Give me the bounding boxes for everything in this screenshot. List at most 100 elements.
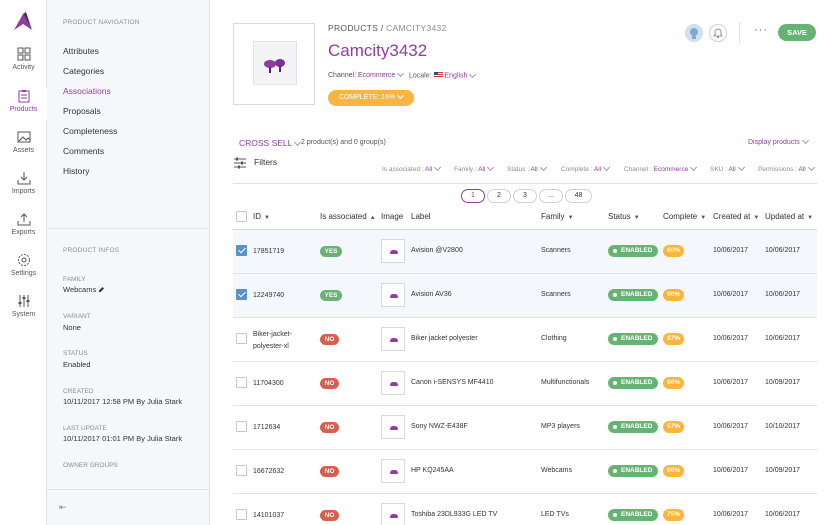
filter-family[interactable]: Family : All xyxy=(454,163,495,173)
association-type-dropdown[interactable]: CROSS SELL xyxy=(239,138,302,148)
is-associated-badge[interactable]: NO xyxy=(320,466,339,477)
is-associated-badge[interactable]: NO xyxy=(320,422,339,433)
more-actions-icon[interactable]: ··· xyxy=(754,24,768,36)
column-id[interactable]: ID ▼ xyxy=(253,212,270,221)
chevron-down-icon xyxy=(434,163,442,172)
chevron-down-icon xyxy=(487,163,495,172)
column-updated-at[interactable]: Updated at ▼ xyxy=(765,212,813,221)
is-associated-badge[interactable]: NO xyxy=(320,378,339,389)
product-thumbnail-icon xyxy=(390,426,398,430)
nav-completeness[interactable]: Completeness xyxy=(63,126,117,136)
filter-permissions[interactable]: Permissions : All xyxy=(758,163,815,173)
settings-icon xyxy=(17,254,30,266)
table-row[interactable]: 12249740 YES Avision AV36 Scanners ENABLED 60… xyxy=(233,274,817,318)
row-label: HP KQ245AA xyxy=(411,467,454,474)
menu-assets[interactable]: Assets xyxy=(0,130,47,170)
select-all-checkbox[interactable] xyxy=(236,211,247,222)
column-status[interactable]: Status ▼ xyxy=(608,212,640,221)
filters-label[interactable]: Filters xyxy=(254,157,277,167)
is-associated-badge[interactable]: NO xyxy=(320,334,339,345)
row-image xyxy=(381,327,405,351)
filter-sku[interactable]: SKU : All xyxy=(710,163,745,173)
table-row[interactable]: 17851719 YES Avision @V2800 Scanners ENABLED… xyxy=(233,230,817,274)
pencil-icon[interactable] xyxy=(98,286,105,293)
product-image-placeholder xyxy=(253,41,297,85)
filter-value: All xyxy=(530,166,538,173)
row-id: 16672632 xyxy=(253,468,285,475)
column-image: Image xyxy=(381,212,404,221)
product-thumbnail-icon xyxy=(390,470,398,474)
collapse-panel-icon[interactable]: ⇤ xyxy=(59,502,67,513)
family-label: FAMILY xyxy=(63,276,86,283)
menu-exports[interactable]: Exports xyxy=(0,212,47,252)
menu-system-label: System xyxy=(11,311,36,318)
sort-down-icon: ▼ xyxy=(633,215,640,221)
divider xyxy=(739,22,740,44)
family-value[interactable]: Webcams xyxy=(63,285,105,294)
filters-icon[interactable] xyxy=(234,157,246,169)
owner-groups-label: OWNER GROUPS xyxy=(63,462,118,469)
page-48-button[interactable]: 48 xyxy=(565,189,592,203)
notifications-button[interactable] xyxy=(709,24,727,42)
menu-system[interactable]: System xyxy=(0,294,47,334)
filter-status[interactable]: Status : All xyxy=(507,163,547,173)
filter-channel[interactable]: Channel : Ecommerce xyxy=(624,163,698,173)
menu-activity[interactable]: Activity xyxy=(0,47,47,87)
page-3-button[interactable]: 3 xyxy=(513,189,537,203)
akeneo-logo-icon[interactable] xyxy=(12,10,34,32)
column-is-associated[interactable]: Is associated ▲ xyxy=(320,212,376,221)
avatar[interactable] xyxy=(685,24,703,42)
completeness-badge: 66% xyxy=(663,377,684,389)
table-row[interactable]: 16672632 NO HP KQ245AA Webcams ENABLED 66% 10/… xyxy=(233,450,817,494)
assets-icon xyxy=(17,131,30,143)
column-family[interactable]: Family ▼ xyxy=(541,212,574,221)
row-label: Avision @V2800 xyxy=(411,247,463,254)
nav-associations[interactable]: Associations xyxy=(63,86,111,96)
filter-value: Ecommerce xyxy=(653,166,689,173)
is-associated-badge[interactable]: YES xyxy=(320,290,342,301)
completeness-badge: 57% xyxy=(663,421,684,433)
table-row[interactable]: 14101037 NO Toshiba 23DL933G LED TV LED TVs… xyxy=(233,494,817,525)
channel-switcher[interactable]: Channel: Ecommerce xyxy=(328,69,405,79)
is-associated-badge[interactable]: NO xyxy=(320,510,339,521)
row-id: 17851719 xyxy=(253,248,285,255)
row-checkbox[interactable] xyxy=(236,421,247,432)
row-checkbox[interactable] xyxy=(236,377,247,388)
row-checkbox[interactable] xyxy=(236,289,247,300)
menu-settings[interactable]: Settings xyxy=(0,253,47,293)
channel-value: Ecommerce xyxy=(357,72,396,79)
is-associated-badge[interactable]: YES xyxy=(320,246,342,257)
nav-categories[interactable]: Categories xyxy=(63,66,104,76)
row-checkbox[interactable] xyxy=(236,509,247,520)
nav-history[interactable]: History xyxy=(63,166,89,176)
completeness-dropdown[interactable]: COMPLETE: 16% xyxy=(328,90,414,106)
product-image[interactable] xyxy=(233,23,315,105)
filter-is-associated[interactable]: Is associated : All xyxy=(382,163,442,173)
table-row[interactable]: 1712634 NO Sony NWZ-E438F MP3 players ENABLE… xyxy=(233,406,817,450)
nav-comments[interactable]: Comments xyxy=(63,146,104,156)
display-products-dropdown[interactable]: Display products xyxy=(748,136,809,146)
product-thumbnail-icon xyxy=(390,514,398,518)
column-label-header[interactable]: Label xyxy=(411,212,431,221)
nav-attributes[interactable]: Attributes xyxy=(63,46,99,56)
menu-products[interactable]: Products xyxy=(0,87,47,129)
page-2-button[interactable]: 2 xyxy=(487,189,511,203)
channel-label: Channel: xyxy=(328,72,357,79)
column-created-at[interactable]: Created at ▼ xyxy=(713,212,759,221)
locale-switcher[interactable]: Locale: English xyxy=(409,70,477,80)
row-checkbox[interactable] xyxy=(236,465,247,476)
table-row[interactable]: 11704300 NO Canon i-SENSYS MF4410 Multifunc… xyxy=(233,362,817,406)
menu-imports[interactable]: Imports xyxy=(0,171,47,211)
chevron-down-icon xyxy=(737,163,745,172)
table-row[interactable]: Biker-jacket-polyester-xl NO Biker jacket … xyxy=(233,318,817,362)
chevron-down-icon xyxy=(801,136,809,145)
save-button[interactable]: SAVE xyxy=(778,24,816,41)
page-1-button[interactable]: 1 xyxy=(461,189,485,203)
filter-complete[interactable]: Complete : All xyxy=(561,163,611,173)
row-id: Biker-jacket-polyester-xl xyxy=(253,331,292,350)
breadcrumb-products[interactable]: PRODUCTS xyxy=(328,23,378,33)
row-checkbox[interactable] xyxy=(236,333,247,344)
row-checkbox[interactable] xyxy=(236,245,247,256)
column-complete[interactable]: Complete ▼ xyxy=(663,212,706,221)
nav-proposals[interactable]: Proposals xyxy=(63,106,101,116)
